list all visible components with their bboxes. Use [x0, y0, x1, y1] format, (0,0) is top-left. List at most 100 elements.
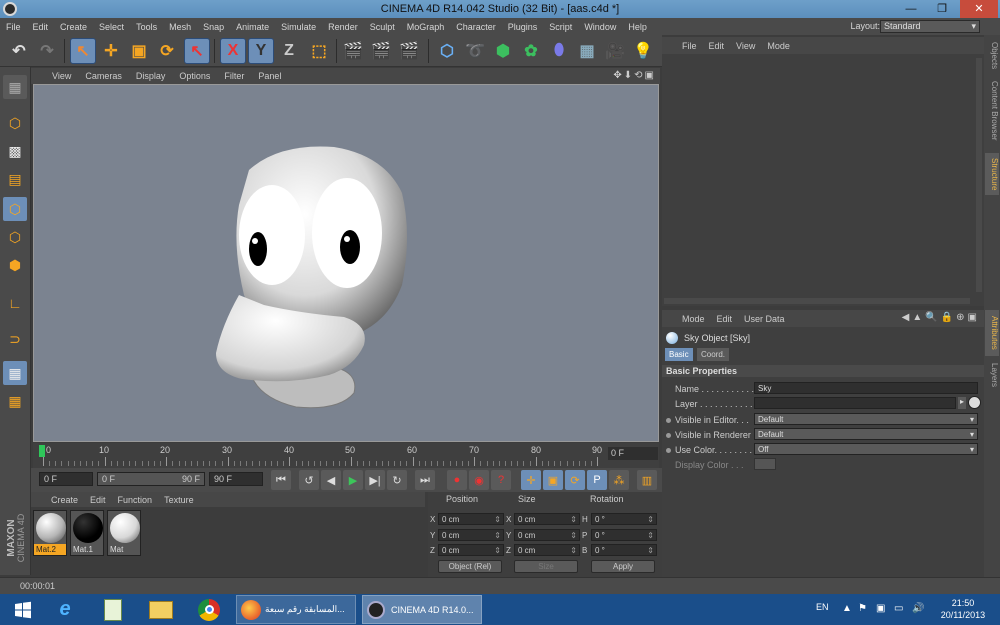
end-frame-field[interactable]: 90 F	[209, 472, 263, 486]
render-picture-viewer-icon[interactable]: 🎬	[368, 38, 394, 64]
scale-icon[interactable]: ▣	[126, 38, 152, 64]
material-menu-create[interactable]: Create	[45, 495, 84, 505]
menu-file[interactable]: File	[0, 22, 27, 32]
maximize-button[interactable]: ❐	[929, 0, 955, 18]
menu-window[interactable]: Window	[578, 22, 622, 32]
minimize-button[interactable]: —	[898, 0, 924, 18]
size-mode-select[interactable]: Size	[514, 560, 578, 573]
animate-dot[interactable]	[666, 433, 671, 438]
coordinate-system-icon[interactable]: ⬚	[306, 38, 332, 64]
next-key-icon[interactable]: ↻	[387, 470, 407, 490]
rotation-p-field[interactable]: 0 °	[591, 529, 657, 541]
layout-select[interactable]: Standard	[880, 20, 980, 33]
size-z-field[interactable]: 0 cm	[514, 544, 580, 556]
material-swatch-mat2[interactable]: Mat.2	[33, 510, 67, 556]
menu-mograph[interactable]: MoGraph	[401, 22, 451, 32]
position-x-field[interactable]: 0 cm	[438, 513, 504, 525]
rotation-h-field[interactable]: 0 °	[591, 513, 657, 525]
tab-content-browser[interactable]: Content Browser	[985, 77, 999, 145]
edges-mode-icon[interactable]: ⬡	[3, 225, 27, 249]
viewport-menu-filter[interactable]: Filter	[217, 71, 251, 81]
cube-icon[interactable]: ⬡	[434, 38, 460, 64]
menu-select[interactable]: Select	[93, 22, 130, 32]
menu-mesh[interactable]: Mesh	[163, 22, 197, 32]
nurbs-icon[interactable]: ⬢	[490, 38, 516, 64]
points-mode-icon[interactable]: ⬡	[3, 197, 27, 221]
material-menu-edit[interactable]: Edit	[84, 495, 112, 505]
lock-workplane-icon[interactable]: ▦	[3, 361, 27, 385]
layer-arrow-button[interactable]: ▸	[958, 397, 966, 409]
material-swatch-mat1[interactable]: Mat.1	[70, 510, 104, 556]
menu-create[interactable]: Create	[54, 22, 93, 32]
tab-structure[interactable]: Structure	[985, 153, 999, 195]
chrome-icon[interactable]	[186, 595, 232, 624]
polygons-mode-icon[interactable]: ⬢	[3, 253, 27, 277]
animate-dot[interactable]	[666, 448, 671, 453]
redo-icon[interactable]: ↷	[34, 38, 60, 64]
deformer-icon[interactable]: ⬮	[546, 38, 572, 64]
menu-snap[interactable]: Snap	[197, 22, 230, 32]
visible-in-renderer-select[interactable]: Default	[754, 428, 978, 440]
viewport-menu-panel[interactable]: Panel	[251, 71, 288, 81]
menu-simulate[interactable]: Simulate	[275, 22, 322, 32]
prop-name-field[interactable]: Sky	[754, 382, 978, 394]
material-menu-texture[interactable]: Texture	[158, 495, 200, 505]
render-settings-icon[interactable]: 🎬	[396, 38, 422, 64]
rotate-icon[interactable]: ⟳	[154, 38, 180, 64]
make-editable-icon[interactable]: ▦	[3, 75, 27, 99]
animate-dot[interactable]	[666, 418, 671, 423]
layer-picker-icon[interactable]	[968, 396, 981, 409]
attribute-menu-mode[interactable]: Mode	[676, 314, 711, 324]
volume-icon[interactable]: 🔊	[912, 603, 924, 614]
menu-character[interactable]: Character	[450, 22, 502, 32]
previous-key-icon[interactable]: ↺	[299, 470, 319, 490]
preview-range-slider[interactable]: 0 F 90 F	[97, 472, 205, 486]
camera-icon[interactable]: 🎥	[602, 38, 628, 64]
z-axis-icon[interactable]: Z	[276, 38, 302, 64]
workplane-icon[interactable]: ▦	[3, 389, 27, 413]
position-z-field[interactable]: 0 cm	[438, 544, 504, 556]
move-icon[interactable]: ✛	[98, 38, 124, 64]
light-icon[interactable]: 💡	[630, 38, 656, 64]
y-axis-icon[interactable]: Y	[248, 38, 274, 64]
material-menu-function[interactable]: Function	[112, 495, 159, 505]
show-hidden-icons[interactable]: ▲	[842, 603, 852, 614]
action-center-flag-icon[interactable]: ⚑	[858, 603, 867, 614]
keyframe-selection-icon[interactable]: ?	[491, 470, 511, 490]
object-menu-file[interactable]: File	[676, 41, 703, 51]
model-mode-icon[interactable]: ⬡	[3, 111, 27, 135]
autokeying-icon[interactable]: ◉	[469, 470, 489, 490]
attr-tab-basic[interactable]: Basic	[665, 348, 693, 361]
object-list-scrollbar[interactable]	[976, 58, 982, 292]
object-menu-mode[interactable]: Mode	[761, 41, 796, 51]
taskbar-cinema4d-window[interactable]: CINEMA 4D R14.0...	[362, 595, 482, 624]
snap-icon[interactable]: ⊃	[3, 327, 27, 351]
windows-start-icon[interactable]	[0, 595, 46, 624]
size-x-field[interactable]: 0 cm	[514, 513, 580, 525]
play-icon[interactable]: ▶	[343, 470, 363, 490]
attribute-menu-user-data[interactable]: User Data	[738, 314, 791, 324]
key-position-icon[interactable]: ✛	[521, 470, 541, 490]
key-pla-icon[interactable]: ⁂	[609, 470, 629, 490]
menu-render[interactable]: Render	[322, 22, 364, 32]
tab-objects[interactable]: Objects	[985, 39, 999, 73]
system-clock[interactable]: 21:50 20/11/2013	[935, 597, 991, 621]
object-menu-view[interactable]: View	[730, 41, 761, 51]
timeline-ruler[interactable]: 0 10 20 30 40 50 60 70 80 90 0 F	[33, 443, 659, 468]
viewport-menu-display[interactable]: Display	[129, 71, 173, 81]
display-color-swatch[interactable]	[754, 458, 776, 470]
use-color-select[interactable]: Off	[754, 443, 978, 455]
workplane-mode-icon[interactable]: ▤	[3, 167, 27, 191]
floor-icon[interactable]: ▦	[574, 38, 600, 64]
position-y-field[interactable]: 0 cm	[438, 529, 504, 541]
spline-icon[interactable]: ➰	[462, 38, 488, 64]
cinema4d-app-icon[interactable]	[3, 2, 17, 16]
attribute-nav-icons[interactable]: ◀▲🔍🔒⊕▣	[902, 312, 980, 323]
key-parameter-icon[interactable]: P	[587, 470, 607, 490]
prop-layer-field[interactable]	[754, 397, 956, 409]
size-y-field[interactable]: 0 cm	[514, 529, 580, 541]
texture-mode-icon[interactable]: ▩	[3, 139, 27, 163]
internet-explorer-icon[interactable]: e	[42, 595, 88, 624]
start-frame-field[interactable]: 0 F	[39, 472, 93, 486]
go-to-end-icon[interactable]: ⏭	[415, 470, 435, 490]
